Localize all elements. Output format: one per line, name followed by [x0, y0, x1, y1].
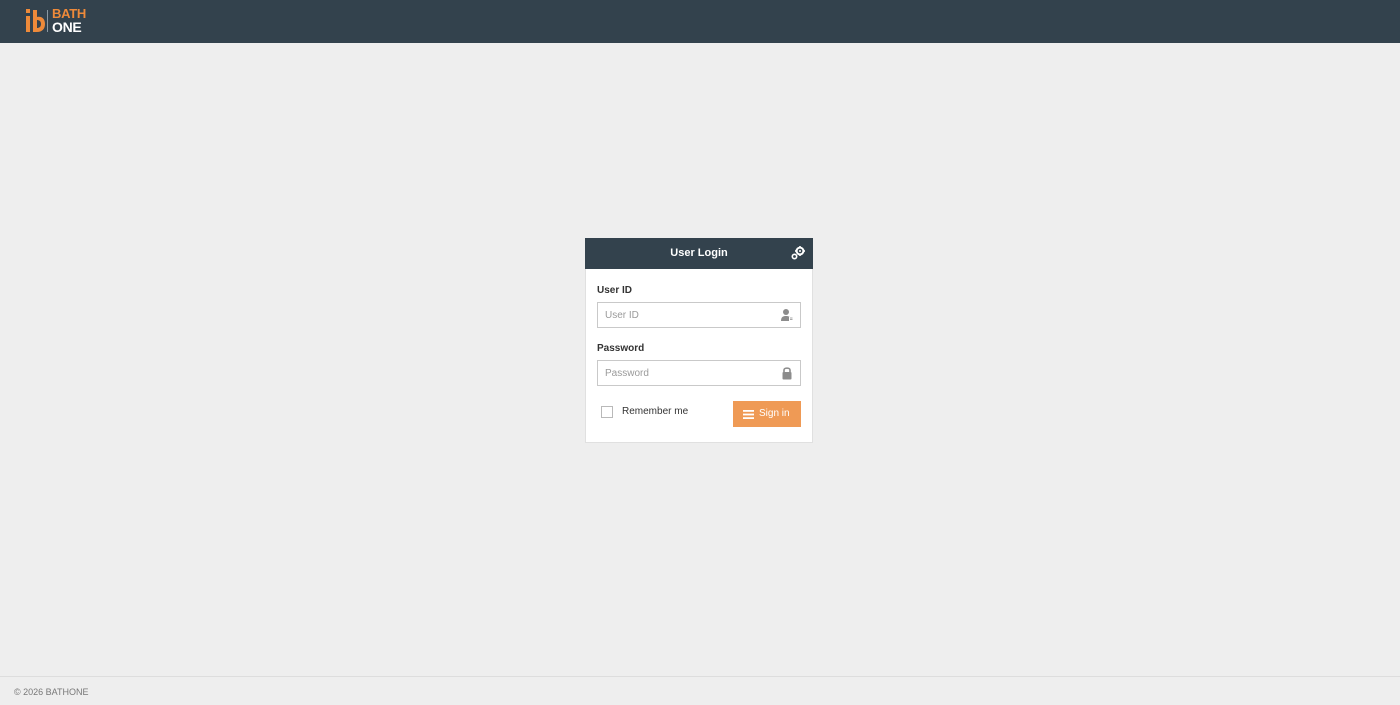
- user-id-input[interactable]: [598, 303, 778, 327]
- password-label: Password: [597, 343, 645, 354]
- sign-in-label: Sign in: [759, 408, 790, 419]
- logo-mark-icon: [26, 9, 48, 32]
- login-title: User Login: [670, 247, 728, 259]
- remember-me-checkbox[interactable]: [601, 406, 613, 418]
- remember-me-label[interactable]: Remember me: [622, 406, 688, 417]
- copyright-text: © 2026 BATHONE: [14, 687, 89, 697]
- lock-icon: [782, 367, 792, 380]
- user-icon: [781, 309, 793, 321]
- password-input[interactable]: [598, 361, 778, 385]
- top-bar: BATH ONE: [0, 0, 1400, 43]
- sign-in-button[interactable]: Sign in: [733, 401, 801, 427]
- user-id-label: User ID: [597, 285, 633, 296]
- login-panel: User Login User ID Password: [585, 238, 813, 443]
- footer: © 2026 BATHONE: [0, 676, 1400, 705]
- password-field[interactable]: [597, 360, 801, 386]
- logo-line-2: ONE: [52, 19, 82, 35]
- bathone-logo[interactable]: BATH ONE: [25, 7, 95, 35]
- login-header: User Login: [585, 238, 813, 269]
- logo-wordmark: BATH ONE: [52, 7, 86, 35]
- user-id-field[interactable]: [597, 302, 801, 328]
- gear-icon[interactable]: [791, 246, 805, 260]
- menu-icon: [743, 410, 754, 419]
